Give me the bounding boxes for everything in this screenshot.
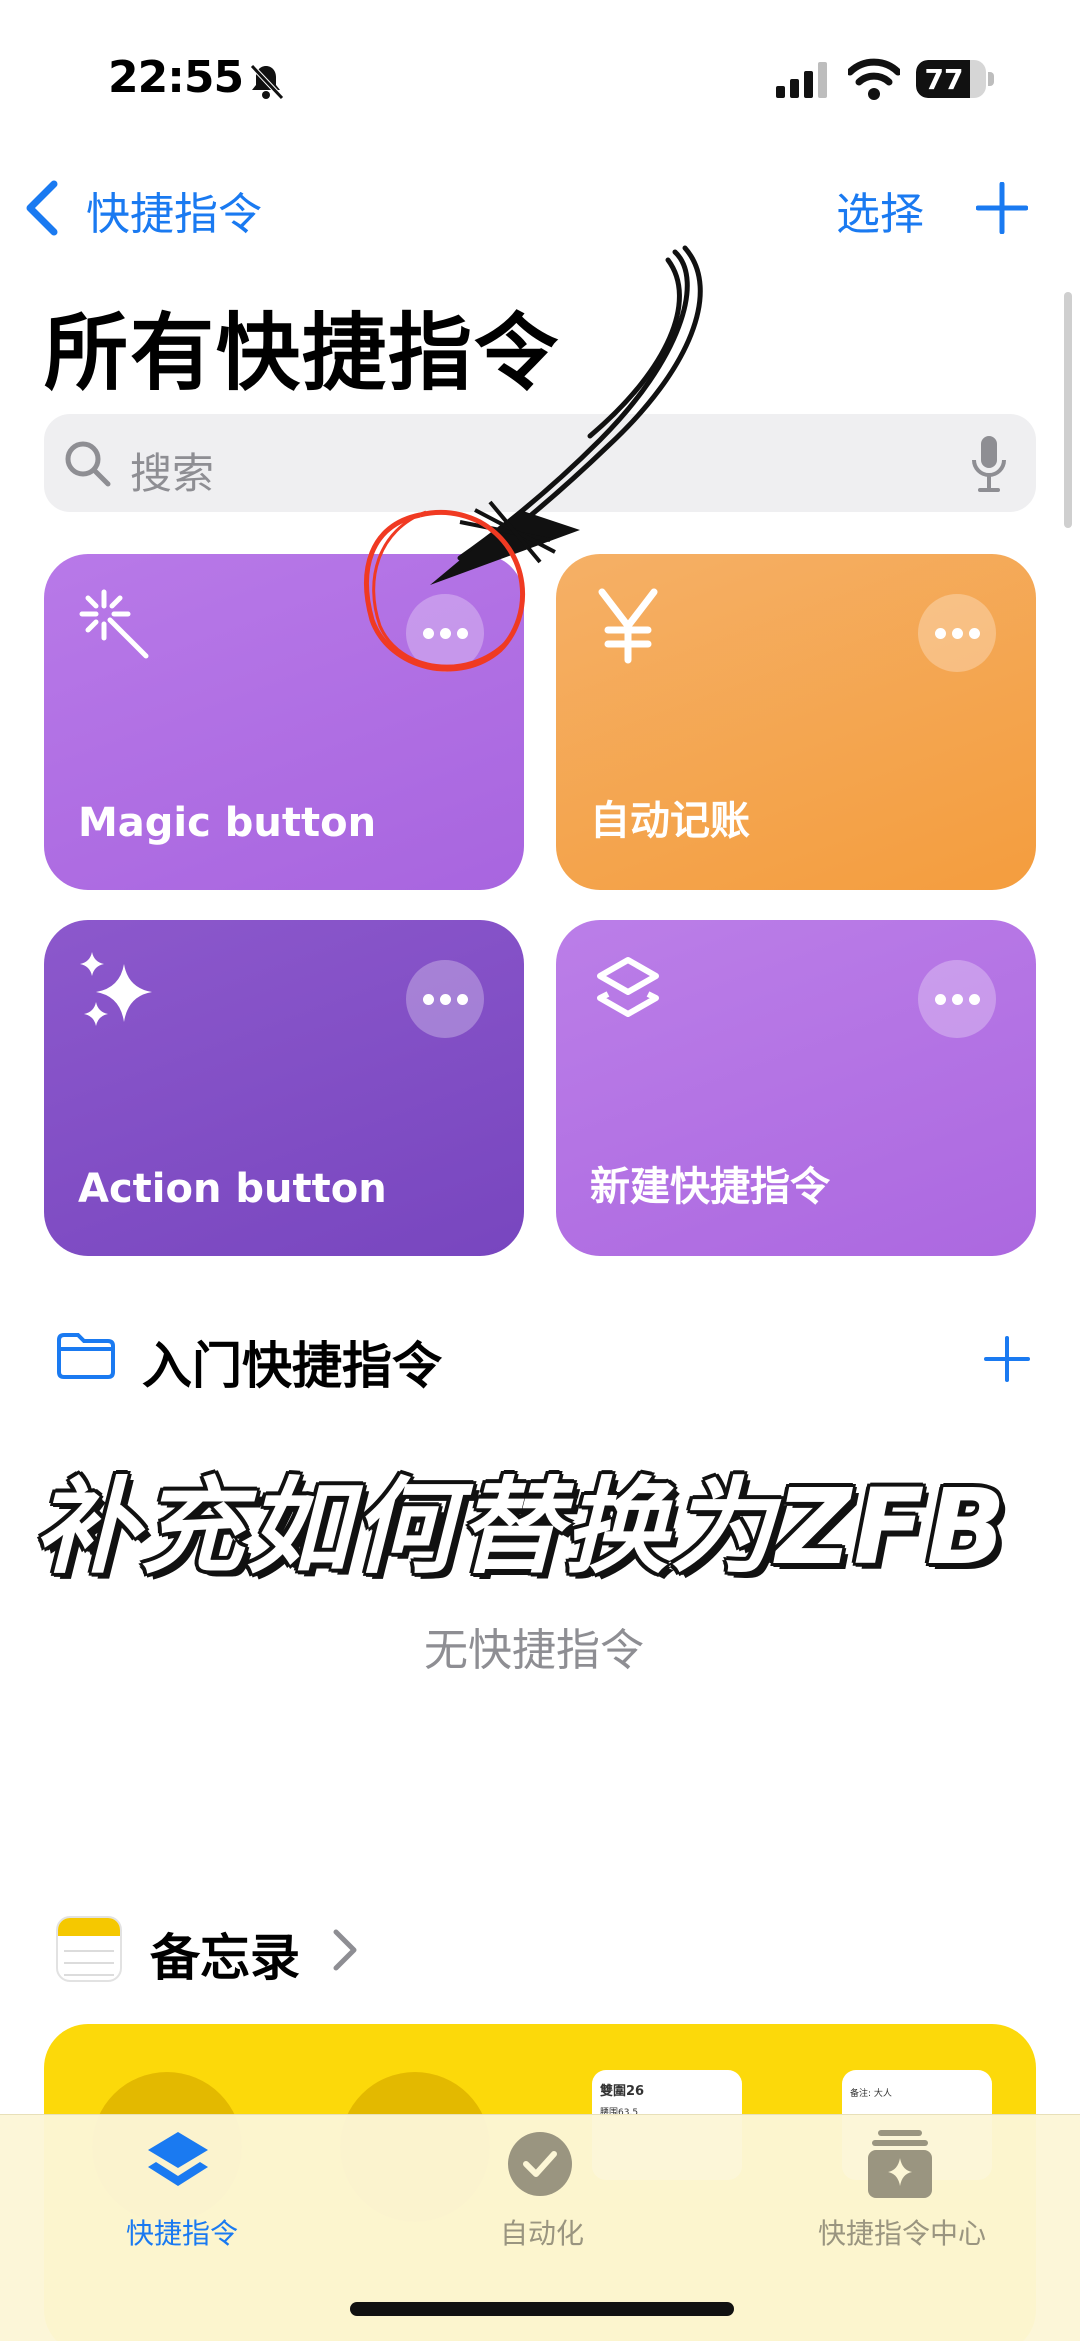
note-preview-row: 备注: 大人 [850, 2089, 892, 2099]
shortcut-label: 新建快捷指令 [590, 1164, 830, 1210]
sparkles-icon [80, 952, 152, 1026]
tab-gallery[interactable]: 快捷指令中心 [818, 2212, 986, 2252]
note-preview-title: 雙圍26 [600, 2084, 645, 2099]
shortcut-card-action-button[interactable]: Action button [44, 920, 524, 1256]
plus-icon[interactable] [982, 1334, 1032, 1384]
automation-clock-icon[interactable] [506, 2130, 574, 2198]
cellular-signal-icon [776, 62, 827, 98]
notes-app-icon [56, 1916, 122, 1982]
back-button[interactable]: 快捷指令 [86, 178, 262, 242]
shortcut-label: Action button [78, 1166, 387, 1212]
more-options-button[interactable] [406, 960, 484, 1038]
home-indicator[interactable] [350, 2302, 734, 2316]
chevron-left-icon[interactable] [20, 180, 64, 236]
bell-slash-icon [250, 64, 284, 100]
battery-percent: 77 [924, 63, 964, 96]
select-button[interactable]: 选择 [836, 178, 924, 242]
more-options-button[interactable] [918, 960, 996, 1038]
annotation-arrow-circle [364, 245, 703, 672]
folder-icon [57, 1333, 115, 1379]
overlay-caption: 补充如何替换为ZFB [34, 1466, 1008, 1588]
gallery-tab-icon[interactable] [866, 2128, 934, 2200]
magic-wand-icon [79, 589, 149, 659]
search-placeholder[interactable]: 搜索 [130, 440, 214, 501]
status-time: 22:55 [108, 52, 244, 103]
microphone-icon[interactable] [970, 434, 1008, 494]
chevron-right-icon[interactable] [330, 1928, 360, 1972]
shortcuts-tab-icon[interactable] [142, 2126, 214, 2198]
battery-cap [988, 72, 994, 86]
shortcut-label: 自动记账 [590, 798, 750, 844]
tab-shortcuts[interactable]: 快捷指令 [126, 2212, 238, 2252]
shortcuts-layers-icon [597, 957, 659, 1017]
plus-icon[interactable] [976, 182, 1028, 234]
tab-automation[interactable]: 自动化 [500, 2212, 584, 2252]
empty-folder-text: 无快捷指令 [424, 1625, 644, 1676]
search-icon [65, 441, 111, 487]
shortcut-card-new-shortcut[interactable]: 新建快捷指令 [556, 920, 1036, 1256]
folder-title[interactable]: 入门快捷指令 [142, 1326, 442, 1398]
wifi-icon [848, 58, 900, 100]
shortcut-label: Magic button [78, 800, 377, 846]
notes-section-title[interactable]: 备忘录 [150, 1918, 300, 1990]
more-options-button[interactable] [918, 594, 996, 672]
battery-indicator: 77 [916, 60, 986, 98]
scroll-indicator[interactable] [1064, 292, 1072, 528]
